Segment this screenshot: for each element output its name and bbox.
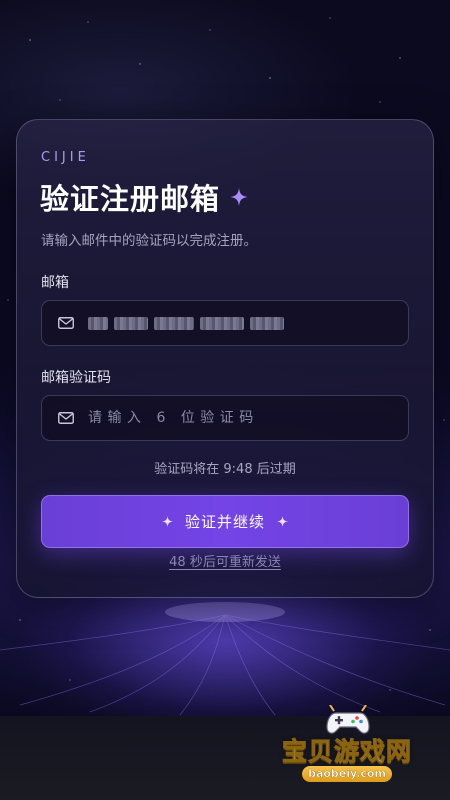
resend-link[interactable]: 48 秒后可重新发送 [41,551,409,570]
expiry-notice: 验证码将在 9:48 后过期 [154,462,296,477]
brand-label: CIJIE [41,150,90,165]
page-title: 验证注册邮箱 [40,182,221,216]
sparkle-icon [277,516,288,527]
email-value-masked [88,316,284,330]
mail-icon [58,317,74,329]
page-subtitle: 请输入邮件中的验证码以完成注册。 [41,233,257,249]
email-field[interactable] [41,300,409,346]
sparkle-icon [230,188,249,206]
mail-icon [58,412,74,424]
site-watermark: 宝贝游戏网 baobeiy.com [262,705,432,795]
verify-continue-button[interactable]: 验证并继续 [41,495,409,548]
code-field[interactable] [41,395,409,441]
verify-continue-label: 验证并继续 [184,513,265,531]
code-label: 邮箱验证码 [41,370,111,386]
verification-code-input[interactable] [88,396,408,440]
email-label: 邮箱 [41,275,69,291]
watermark-url: baobeiy.com [302,766,392,782]
title-row: 验证注册邮箱 [40,176,249,218]
watermark-text: 宝贝游戏网 [281,737,412,767]
sparkle-icon [161,516,173,527]
